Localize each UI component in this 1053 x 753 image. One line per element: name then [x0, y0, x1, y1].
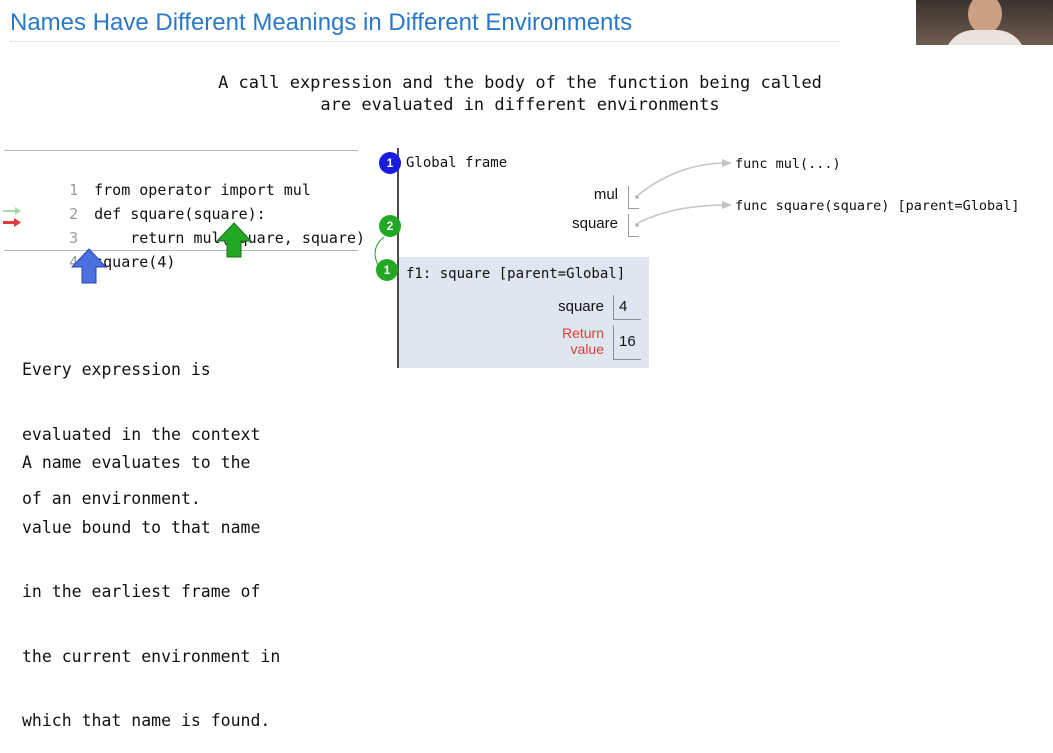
code-line-2: 2 def square(square): [4, 178, 266, 223]
subtitle-line-2: are evaluated in different environments [320, 95, 720, 115]
presenter-head [968, 0, 1002, 34]
title-divider [10, 41, 840, 42]
global-frame-badge: 1 [379, 152, 401, 174]
code-line-3: 3 return mul(square, square) [4, 202, 365, 247]
subtitle-line-1: A call expression and the body of the fu… [218, 73, 822, 93]
presenter-shirt [944, 30, 1026, 45]
return-value: 16 [613, 325, 641, 360]
f1-frame-title: f1: square [parent=Global] [406, 266, 626, 282]
binding-name-mul: mul [593, 186, 618, 203]
object-func-mul: func mul(...) [735, 156, 841, 172]
return-label-line-1: Return [561, 325, 604, 341]
slide-subtitle: A call expression and the body of the fu… [0, 72, 1040, 116]
frame-divider-bar [397, 148, 399, 368]
object-func-square: func square(square) [parent=Global] [735, 198, 1020, 214]
explanation-line: value bound to that name [22, 517, 261, 537]
return-value-label: Return value [530, 325, 604, 357]
f1-binding-name-square: square [558, 298, 604, 315]
f1-binding-value-square: 4 [613, 295, 641, 320]
arrowhead-icon [722, 201, 732, 209]
binding-name-square: square [572, 215, 618, 232]
return-label-line-2: value [570, 341, 604, 357]
blue-up-arrow-icon [71, 248, 107, 284]
arrowhead-icon [722, 159, 732, 167]
explanation-line: which that name is found. [22, 711, 271, 730]
pointer-dot-icon [635, 195, 639, 199]
f1-frame-badge: 1 [376, 259, 398, 281]
explanation-line: A name evaluates to the [22, 453, 251, 472]
code-line-4: 4 square(4) [4, 226, 175, 271]
explanation-paragraph-2: A name evaluates to the value bound to t… [22, 409, 280, 753]
prev-line-arrow-icon [3, 207, 21, 215]
pointer-dot-icon [635, 223, 639, 227]
code-line-1: 1 from operator import mul [4, 154, 311, 199]
explanation-line: Every expression is [22, 360, 211, 379]
slide-title: Names Have Different Meanings in Differe… [10, 9, 633, 36]
code-panel: 1 from operator import mul 2 def square(sq… [4, 150, 365, 271]
explanation-line: in the earliest frame of [22, 582, 261, 601]
global-frame-title: Global frame [406, 155, 508, 171]
green-up-arrow-icon [216, 222, 252, 258]
pointer-arrow-mul [637, 162, 729, 196]
next-line-arrow-icon [3, 218, 21, 227]
call-step-badge: 2 [379, 215, 401, 237]
explanation-line: the current environment in [22, 646, 281, 666]
pointer-arrow-square [637, 204, 729, 224]
presenter-webcam [916, 0, 1053, 45]
